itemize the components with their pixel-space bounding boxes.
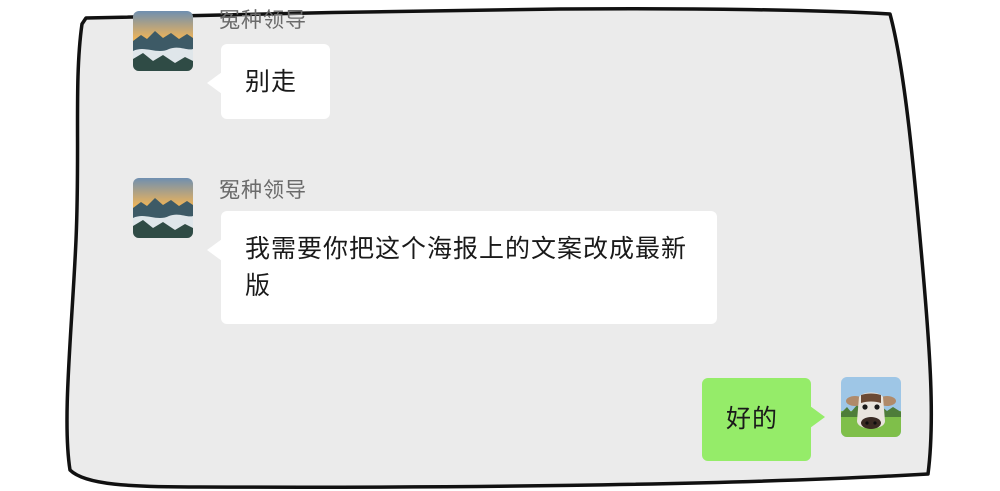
message-text: 我需要你把这个海报上的文案改成最新版 [245,234,688,300]
message-bubble-outgoing[interactable]: 好的 [702,378,825,461]
message-text: 别走 [245,67,298,96]
chat-screenshot: 冤种领导 别走 冤种领导 我需要你把这个海报上的文案改成最新版 好的 [0,0,1000,491]
cow-avatar[interactable] [841,377,901,437]
message-bubble-incoming[interactable]: 别走 [207,44,330,119]
mountain-landscape-avatar[interactable] [133,178,193,238]
sender-name: 冤种领导 [219,8,307,32]
mountain-landscape-avatar[interactable] [133,11,193,71]
sender-name: 冤种领导 [219,178,307,202]
message-bubble-incoming[interactable]: 我需要你把这个海报上的文案改成最新版 [207,211,717,324]
message-text: 好的 [726,404,779,433]
